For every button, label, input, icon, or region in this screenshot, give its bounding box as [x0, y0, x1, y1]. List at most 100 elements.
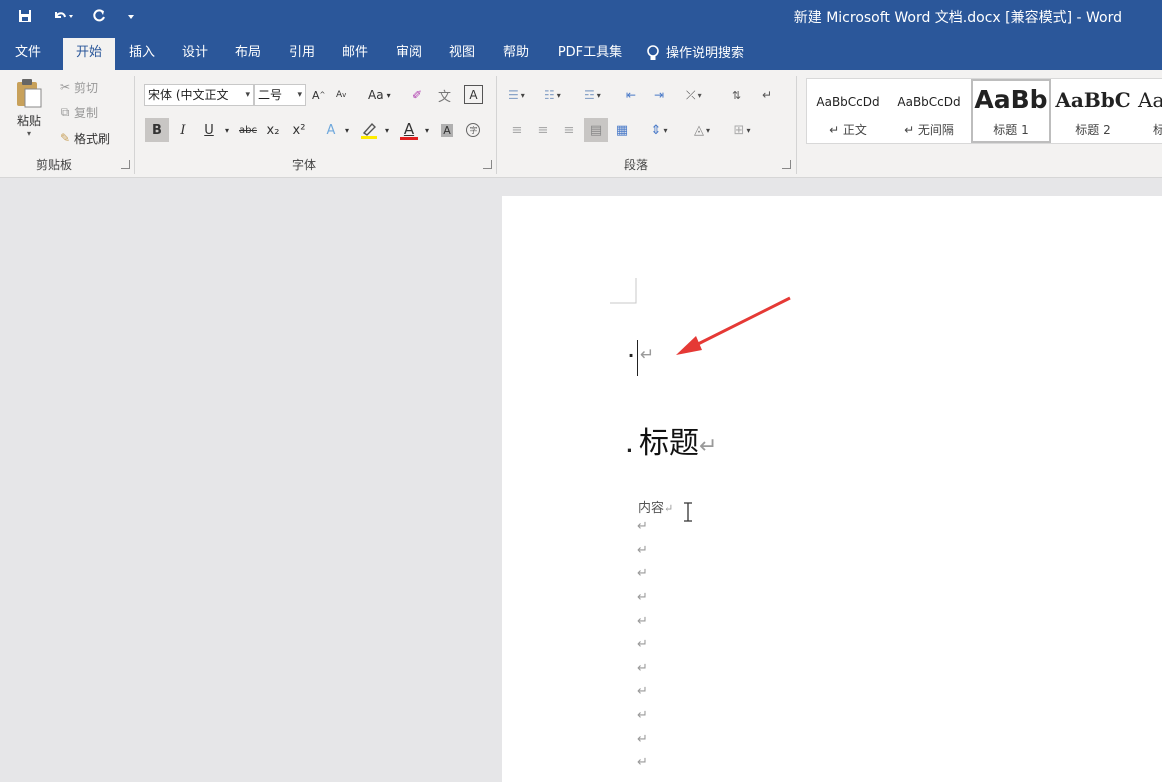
group-divider	[496, 76, 497, 174]
align-right-icon[interactable]: ≡	[560, 118, 578, 142]
style-name: ↵ 无间隔	[904, 123, 954, 137]
font-color-button[interactable]: A	[398, 118, 420, 142]
character-shading-button[interactable]: A	[438, 118, 456, 142]
scissors-icon: ✂	[59, 80, 71, 94]
undo-icon[interactable]	[48, 6, 78, 26]
tab-home[interactable]: 开始	[63, 38, 115, 70]
tab-design[interactable]: 设计	[172, 38, 218, 70]
font-color-dropdown-icon[interactable]: ▾	[422, 118, 432, 142]
paragraph-group-label: 段落	[624, 158, 649, 172]
style-name: 标	[1153, 123, 1162, 137]
tab-file[interactable]: 文件	[6, 38, 50, 70]
tab-layout[interactable]: 布局	[226, 38, 270, 70]
tab-help[interactable]: 帮助	[494, 38, 538, 70]
tab-mailings[interactable]: 邮件	[332, 38, 378, 70]
style-preview: AaBb	[974, 85, 1048, 114]
title-bar: 新建 Microsoft Word 文档.docx [兼容模式] - Word	[0, 0, 1162, 32]
paste-label: 粘贴	[16, 114, 41, 128]
tell-me-label: 操作说明搜索	[666, 46, 745, 61]
font-dialog-launcher-icon[interactable]	[483, 160, 492, 169]
superscript-button[interactable]: x²	[290, 118, 308, 142]
content-paragraph[interactable]: 内容↵	[638, 497, 673, 516]
subscript-button[interactable]: x₂	[264, 118, 282, 142]
tab-references[interactable]: 引用	[280, 38, 324, 70]
document-page[interactable]	[502, 196, 1162, 782]
underline-dropdown-icon[interactable]: ▾	[222, 118, 232, 142]
font-group-label: 字体	[292, 158, 317, 172]
font-name-combobox[interactable]: 宋体 (中文正文 ▾	[144, 84, 254, 106]
lightbulb-icon	[647, 45, 659, 60]
bullets-icon[interactable]: ☰ ▾	[508, 84, 538, 106]
style-no-spacing[interactable]: AaBbCcDd ↵ 无间隔	[889, 79, 969, 143]
shrink-font-button[interactable]: Av	[336, 86, 352, 104]
paragraph-dialog-launcher-icon[interactable]	[782, 160, 791, 169]
line-spacing-icon[interactable]: ⇕ ▾	[644, 118, 674, 142]
cut-button[interactable]: ✂ 剪切	[56, 78, 98, 96]
copy-button[interactable]: ⧉ 复制	[56, 103, 98, 121]
font-size-value: 二号	[258, 88, 283, 102]
style-heading-2[interactable]: AaBbC 标题 2	[1053, 79, 1133, 143]
multilevel-list-icon[interactable]: ☲ ▾	[584, 84, 616, 106]
enclose-characters-icon[interactable]: 字	[464, 118, 482, 142]
ribbon-tab-bar: 文件 开始 插入 设计 布局 引用 邮件 审阅 视图 帮助 PDF工具集 操作说…	[0, 32, 1162, 70]
customize-quick-access-icon[interactable]	[124, 6, 138, 26]
paragraph-shading-icon[interactable]: ◬ ▾	[686, 118, 718, 142]
borders-icon[interactable]: ⊞ ▾	[726, 118, 758, 142]
style-title[interactable]: Aa 标	[1135, 79, 1162, 143]
paragraph-mark: ↵	[637, 543, 648, 558]
sort-icon[interactable]: ⇅	[732, 84, 752, 106]
annotation-arrow	[676, 296, 791, 355]
group-divider	[134, 76, 135, 174]
style-preview: Aa	[1138, 88, 1162, 112]
style-name: 标题 2	[1075, 123, 1111, 137]
tell-me-search[interactable]: 操作说明搜索	[646, 38, 770, 70]
highlighter-icon	[361, 122, 377, 139]
increase-indent-icon[interactable]: ⇥	[654, 84, 674, 106]
tab-review[interactable]: 审阅	[386, 38, 432, 70]
margin-corner-marker	[610, 278, 637, 304]
bold-button[interactable]: B	[145, 118, 169, 142]
format-painter-button[interactable]: ✎ 格式刷	[56, 129, 110, 147]
paste-button[interactable]: 粘贴 ▾	[10, 78, 48, 144]
paste-dropdown-icon[interactable]: ▾	[27, 129, 31, 138]
format-painter-icon: ✎	[59, 131, 71, 145]
clear-formatting-icon[interactable]: ✐	[412, 86, 430, 104]
i-beam-cursor-icon	[684, 502, 692, 522]
distributed-icon[interactable]: ▦	[612, 118, 632, 142]
align-left-icon[interactable]: ≡	[508, 118, 526, 142]
character-border-icon[interactable]: A	[464, 85, 483, 104]
style-normal[interactable]: AaBbCcDd ↵ 正文	[809, 79, 887, 143]
styles-gallery: AaBbCcDd ↵ 正文 AaBbCcDd ↵ 无间隔 AaBb 标题 1 A…	[806, 78, 1162, 144]
chinese-layout-icon[interactable]: ⤫ ▾	[686, 84, 718, 106]
style-heading-1[interactable]: AaBb 标题 1	[971, 79, 1051, 143]
justify-icon[interactable]: ▤	[584, 118, 608, 142]
change-case-button[interactable]: Aa ▾	[368, 86, 391, 104]
paragraph-mark: ↵	[699, 434, 718, 459]
save-icon[interactable]	[14, 6, 36, 26]
strikethrough-button[interactable]: abc	[236, 118, 260, 142]
highlight-button[interactable]	[358, 118, 380, 142]
font-size-combobox[interactable]: 二号 ▾	[254, 84, 306, 106]
align-center-icon[interactable]: ≡	[534, 118, 552, 142]
text-effects-dropdown-icon[interactable]: ▾	[342, 118, 352, 142]
text-effects-icon[interactable]: A	[322, 118, 340, 142]
tab-pdf-tools[interactable]: PDF工具集	[550, 38, 630, 70]
heading-paragraph[interactable]: 标题 ↵	[639, 418, 717, 462]
italic-button[interactable]: I	[174, 118, 192, 142]
paragraph-mark: ↵	[637, 661, 648, 676]
highlight-dropdown-icon[interactable]: ▾	[382, 118, 392, 142]
underline-button[interactable]: U	[200, 118, 218, 142]
show-hide-marks-icon[interactable]: ↵	[762, 84, 782, 106]
clipboard-dialog-launcher-icon[interactable]	[121, 160, 130, 169]
redo-icon[interactable]	[88, 6, 110, 26]
tab-view[interactable]: 视图	[440, 38, 484, 70]
chevron-down-icon[interactable]: ▾	[245, 85, 250, 105]
tab-insert[interactable]: 插入	[120, 38, 164, 70]
grow-font-button[interactable]: A ^	[312, 86, 328, 104]
chevron-down-icon[interactable]: ▾	[297, 85, 302, 105]
phonetic-guide-icon[interactable]: 文	[438, 86, 456, 105]
paragraph-mark: ↵	[637, 755, 648, 770]
svg-text:字: 字	[470, 125, 478, 135]
numbering-icon[interactable]: ☷ ▾	[544, 84, 574, 106]
decrease-indent-icon[interactable]: ⇤	[626, 84, 646, 106]
